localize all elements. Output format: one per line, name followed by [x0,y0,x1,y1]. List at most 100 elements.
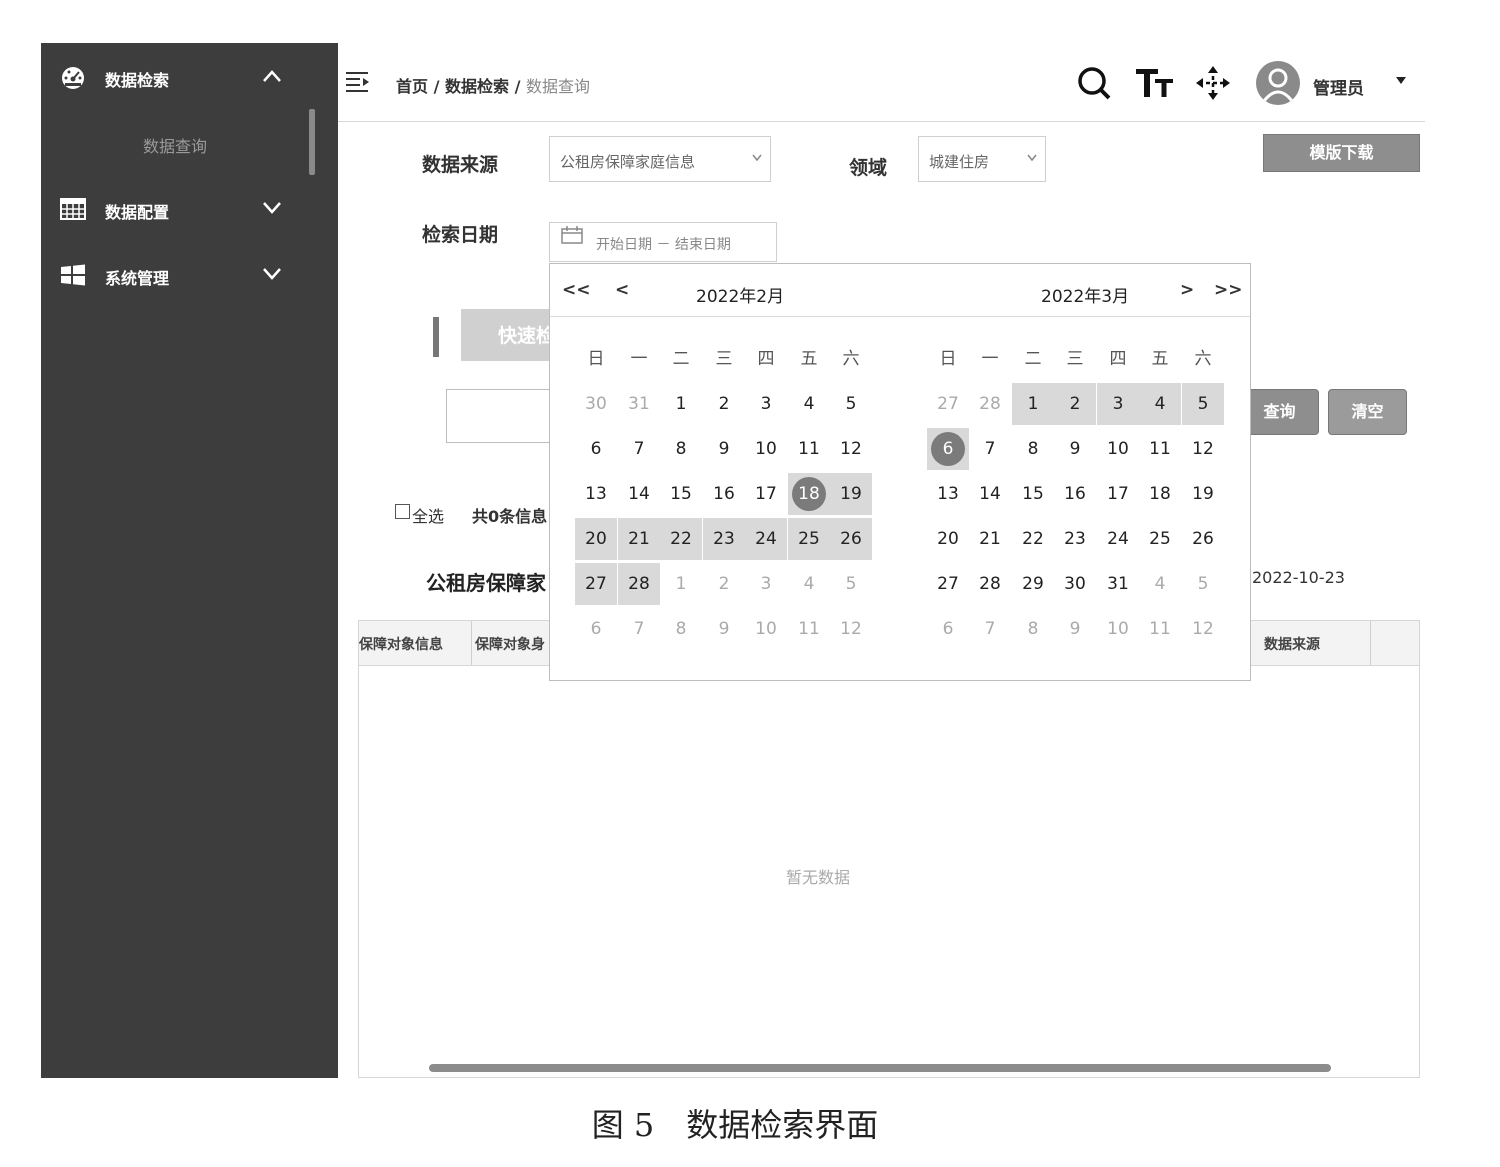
horizontal-scrollbar[interactable] [429,1064,1331,1072]
calendar-day[interactable]: 5 [830,383,872,425]
calendar-day[interactable]: 1 [660,563,702,605]
calendar-day[interactable]: 9 [1054,608,1096,650]
calendar-day[interactable]: 17 [1097,473,1139,515]
calendar-day[interactable]: 30 [575,383,617,425]
calendar-day[interactable]: 5 [1182,383,1224,425]
calendar-day[interactable]: 25 [1139,518,1181,560]
calendar-day[interactable]: 11 [1139,428,1181,470]
calendar-day[interactable]: 4 [1139,383,1181,425]
clear-button[interactable]: 清空 [1328,389,1407,435]
sidebar-item-data-config[interactable]: 数据配置 [41,189,338,229]
calendar-day[interactable]: 12 [1182,428,1224,470]
calendar-day[interactable]: 29 [1012,563,1054,605]
calendar-day[interactable]: 12 [1182,608,1224,650]
calendar-day[interactable]: 6 [575,608,617,650]
calendar-day[interactable]: 3 [1097,383,1139,425]
calendar-day[interactable]: 3 [745,563,787,605]
calendar-day[interactable]: 18 [1139,473,1181,515]
calendar-day[interactable]: 7 [618,428,660,470]
calendar-day[interactable]: 11 [788,428,830,470]
column-divider[interactable] [1370,621,1371,665]
calendar-day[interactable]: 28 [969,383,1011,425]
calendar-day[interactable]: 2 [703,563,745,605]
prev-month-button[interactable]: < [615,280,629,300]
calendar-day[interactable]: 9 [703,428,745,470]
calendar-day[interactable]: 10 [745,608,787,650]
calendar-day[interactable]: 26 [1182,518,1224,560]
calendar-day[interactable]: 1 [1012,383,1054,425]
calendar-day-selected[interactable]: 6 [927,428,969,470]
calendar-day[interactable]: 21 [618,518,660,560]
calendar-day[interactable]: 21 [969,518,1011,560]
calendar-day[interactable]: 2 [703,383,745,425]
calendar-day[interactable]: 13 [927,473,969,515]
next-month-button[interactable]: > [1180,280,1194,300]
calendar-day[interactable]: 12 [830,608,872,650]
calendar-day[interactable]: 20 [927,518,969,560]
calendar-day[interactable]: 11 [1139,608,1181,650]
select-all-checkbox[interactable] [395,504,410,519]
avatar[interactable] [1256,61,1300,105]
calendar-day[interactable]: 1 [660,383,702,425]
calendar-day[interactable]: 8 [1012,608,1054,650]
query-button[interactable]: 查询 [1240,389,1319,435]
column-divider[interactable] [471,621,472,665]
calendar-day[interactable]: 22 [1012,518,1054,560]
calendar-day[interactable]: 7 [969,608,1011,650]
next-year-button[interactable]: >> [1214,280,1243,300]
breadcrumb-home[interactable]: 首页 [396,77,428,96]
calendar-day[interactable]: 6 [575,428,617,470]
calendar-day[interactable]: 27 [927,383,969,425]
calendar-day[interactable]: 16 [1054,473,1096,515]
calendar-day[interactable]: 8 [660,608,702,650]
calendar-day[interactable]: 4 [1139,563,1181,605]
sidebar-subitem-data-query[interactable]: 数据查询 [143,133,207,157]
domain-select[interactable]: 城建住房 [918,136,1046,182]
prev-year-button[interactable]: << [562,280,591,300]
calendar-day[interactable]: 19 [1182,473,1224,515]
calendar-day[interactable]: 3 [745,383,787,425]
template-download-button[interactable]: 模版下载 [1263,134,1420,172]
calendar-day[interactable]: 25 [788,518,830,560]
menu-toggle-icon[interactable] [344,69,372,93]
calendar-day[interactable]: 28 [618,563,660,605]
calendar-day[interactable]: 31 [1097,563,1139,605]
calendar-day[interactable]: 10 [745,428,787,470]
calendar-day[interactable]: 11 [788,608,830,650]
calendar-day[interactable]: 5 [1182,563,1224,605]
move-arrows-icon[interactable] [1195,65,1231,101]
calendar-day[interactable]: 20 [575,518,617,560]
calendar-day[interactable]: 10 [1097,428,1139,470]
calendar-day-selected[interactable]: 18 [788,473,830,515]
column-header[interactable]: 数据来源 [1264,634,1320,654]
source-select[interactable]: 公租房保障家庭信息 [549,136,771,182]
calendar-day[interactable]: 13 [575,473,617,515]
calendar-day[interactable]: 19 [830,473,872,515]
calendar-day[interactable]: 30 [1054,563,1096,605]
calendar-day[interactable]: 15 [1012,473,1054,515]
calendar-day[interactable]: 24 [1097,518,1139,560]
calendar-day[interactable]: 7 [969,428,1011,470]
calendar-day[interactable]: 23 [1054,518,1096,560]
calendar-day[interactable]: 2 [1054,383,1096,425]
column-header[interactable]: 保障对象身 [475,634,545,654]
calendar-day[interactable]: 4 [788,563,830,605]
calendar-day[interactable]: 24 [745,518,787,560]
sidebar-scrollbar[interactable] [309,109,315,175]
calendar-day[interactable]: 8 [660,428,702,470]
calendar-day[interactable]: 22 [660,518,702,560]
calendar-day[interactable]: 10 [1097,608,1139,650]
calendar-day[interactable]: 8 [1012,428,1054,470]
keyword-input[interactable] [446,389,566,443]
calendar-day[interactable]: 12 [830,428,872,470]
calendar-day[interactable]: 14 [618,473,660,515]
font-size-icon[interactable] [1135,65,1175,101]
date-range-input[interactable]: 开始日期 － 结束日期 [549,222,777,262]
calendar-day[interactable]: 5 [830,563,872,605]
calendar-day[interactable]: 16 [703,473,745,515]
calendar-day[interactable]: 7 [618,608,660,650]
calendar-day[interactable]: 14 [969,473,1011,515]
calendar-day[interactable]: 9 [1054,428,1096,470]
search-icon[interactable] [1076,65,1112,101]
calendar-day[interactable]: 4 [788,383,830,425]
